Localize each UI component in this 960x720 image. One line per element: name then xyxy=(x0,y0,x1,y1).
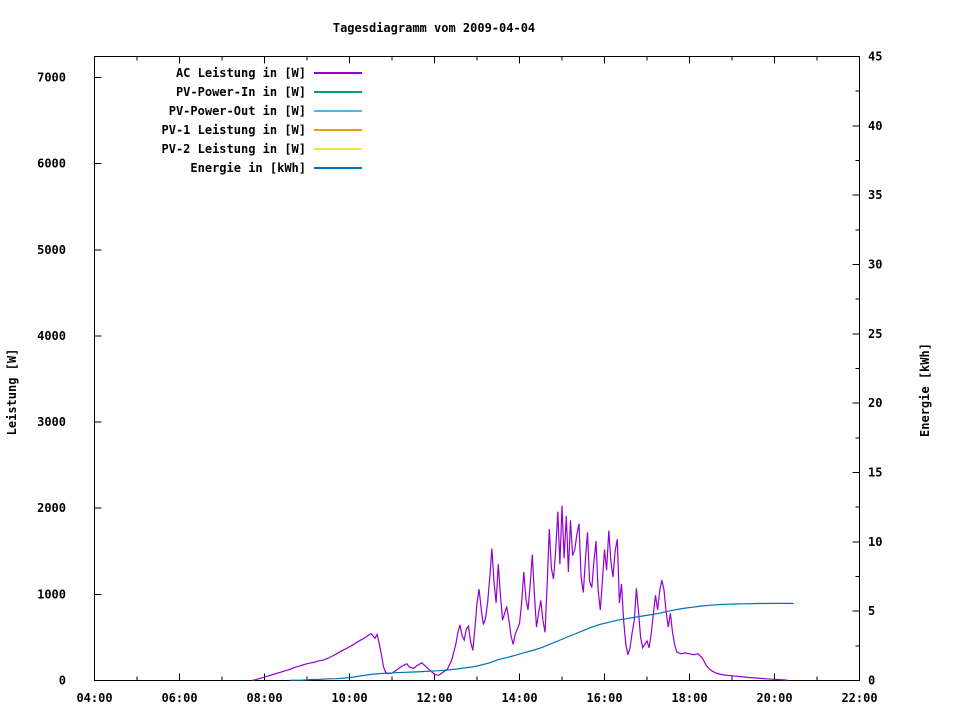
legend-line xyxy=(314,109,362,112)
x-tick-label: 08:00 xyxy=(246,691,282,705)
x-tick-label: 04:00 xyxy=(76,691,112,705)
legend-label: AC Leistung in [W] xyxy=(175,65,306,80)
legend-line xyxy=(314,147,362,150)
legend-label: PV-1 Leistung in [W] xyxy=(161,122,307,137)
legend-line xyxy=(314,71,362,74)
x-tick-label: 06:00 xyxy=(161,691,197,705)
legend-item: PV-Power-In in [W] xyxy=(96,82,362,101)
legend-line xyxy=(314,128,362,131)
chart-canvas: Tagesdiagramm vom 2009-04-04 Leistung [W… xyxy=(0,0,960,720)
x-tick-label: 16:00 xyxy=(586,691,622,705)
x-tick-label: 14:00 xyxy=(501,691,537,705)
y-right-tick-label: 35 xyxy=(868,188,882,202)
legend-item: PV-2 Leistung in [W] xyxy=(96,139,362,158)
y-left-tick-label: 3000 xyxy=(37,415,66,429)
y-right-tick-label: 5 xyxy=(868,604,875,618)
y-right-tick-label: 45 xyxy=(868,50,882,64)
legend-line xyxy=(314,166,362,169)
y-left-tick-label: 2000 xyxy=(37,501,66,515)
y-left-tick-label: 7000 xyxy=(37,71,66,85)
y-right-tick-label: 40 xyxy=(868,119,882,133)
x-tick-label: 10:00 xyxy=(331,691,367,705)
legend-label: Energie in [kWh] xyxy=(190,160,306,175)
legend-item: AC Leistung in [W] xyxy=(96,63,362,82)
y-left-tick-label: 1000 xyxy=(37,587,66,601)
legend-item: PV-1 Leistung in [W] xyxy=(96,120,362,139)
y-right-tick-label: 10 xyxy=(868,535,882,549)
x-tick-label: 20:00 xyxy=(756,691,792,705)
x-tick-label: 18:00 xyxy=(671,691,707,705)
y-right-tick-label: 15 xyxy=(868,466,882,480)
y-right-tick-label: 0 xyxy=(868,674,875,688)
legend-label: PV-Power-In in [W] xyxy=(175,84,306,99)
y-left-tick-label: 6000 xyxy=(37,157,66,171)
legend-item: Energie in [kWh] xyxy=(96,158,362,177)
legend-line xyxy=(314,90,362,93)
y-left-tick-label: 0 xyxy=(59,674,66,688)
y-left-tick-label: 4000 xyxy=(37,329,66,343)
legend-label: PV-2 Leistung in [W] xyxy=(161,141,307,156)
legend: AC Leistung in [W] PV-Power-In in [W] PV-P… xyxy=(96,63,362,177)
y-right-tick-label: 20 xyxy=(868,396,882,410)
y-right-tick-label: 25 xyxy=(868,327,882,341)
x-tick-label: 12:00 xyxy=(416,691,452,705)
x-tick-label: 22:00 xyxy=(841,691,877,705)
legend-label: PV-Power-Out in [W] xyxy=(168,103,306,118)
legend-item: PV-Power-Out in [W] xyxy=(96,101,362,120)
y-right-tick-label: 30 xyxy=(868,258,882,272)
y-left-tick-label: 5000 xyxy=(37,243,66,257)
